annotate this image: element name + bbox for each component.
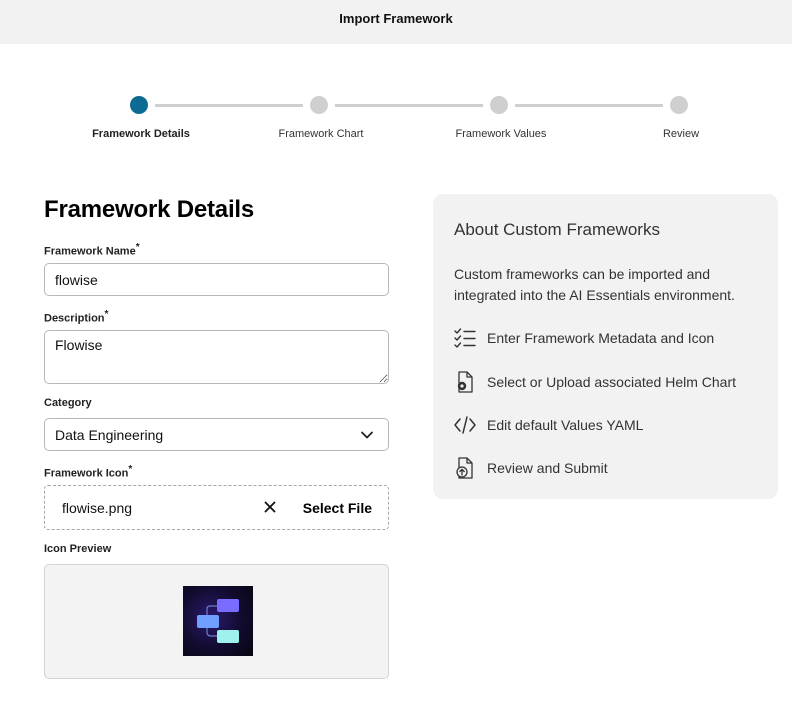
file-upload-icon xyxy=(456,457,473,479)
step-3-label[interactable]: Framework Values xyxy=(431,128,571,140)
about-item-values-yaml: Edit default Values YAML xyxy=(454,414,643,436)
step-3-indicator[interactable] xyxy=(490,96,508,114)
category-selected-value: Data Engineering xyxy=(55,426,164,443)
step-1-indicator[interactable] xyxy=(130,96,148,114)
about-item-label: Select or Upload associated Helm Chart xyxy=(487,374,737,390)
framework-icon-label-text: Framework Icon xyxy=(44,467,129,480)
about-item-label: Review and Submit xyxy=(487,460,608,476)
code-icon xyxy=(454,416,476,434)
form-heading: Framework Details xyxy=(44,196,255,223)
step-2-indicator[interactable] xyxy=(310,96,328,114)
step-2-label[interactable]: Framework Chart xyxy=(251,128,391,140)
about-title: About Custom Frameworks xyxy=(454,220,660,239)
description-label-text: Description xyxy=(44,312,105,325)
select-file-button[interactable]: Select File xyxy=(303,500,372,516)
flowise-logo-image xyxy=(183,586,253,656)
category-select[interactable]: Data Engineering xyxy=(44,418,389,451)
step-1-label[interactable]: Framework Details xyxy=(71,128,211,140)
about-item-review: Review and Submit xyxy=(454,457,608,479)
about-custom-frameworks-panel: About Custom Frameworks Custom framework… xyxy=(433,194,778,499)
step-connector xyxy=(155,104,303,107)
required-marker: * xyxy=(104,309,109,320)
framework-details-form: Framework Details Framework Name* Descri… xyxy=(44,196,389,679)
checklist-icon xyxy=(454,328,476,348)
icon-preview-label: Icon Preview xyxy=(44,543,112,555)
required-marker: * xyxy=(135,242,140,253)
chevron-down-icon xyxy=(361,431,373,439)
step-4-indicator[interactable] xyxy=(670,96,688,114)
file-settings-icon xyxy=(457,371,473,393)
flowise-logo-icon xyxy=(197,599,239,643)
icon-file-name: flowise.png xyxy=(62,500,133,516)
progress-stepper: Framework Details Framework Chart Framew… xyxy=(0,88,792,148)
page-title: Import Framework xyxy=(339,11,453,26)
step-4-label[interactable]: Review xyxy=(611,128,751,140)
required-marker: * xyxy=(128,464,133,475)
framework-name-label-text: Framework Name xyxy=(44,245,136,258)
description-textarea[interactable]: Flowise xyxy=(44,330,389,384)
title-bar: Import Framework xyxy=(0,0,792,44)
category-label: Category xyxy=(44,397,92,409)
framework-name-label: Framework Name* xyxy=(44,242,389,258)
icon-preview-panel xyxy=(44,564,389,679)
description-label: Description* xyxy=(44,309,389,325)
step-connector xyxy=(515,104,663,107)
about-item-label: Edit default Values YAML xyxy=(487,417,644,433)
about-item-helm-chart: Select or Upload associated Helm Chart xyxy=(454,371,736,393)
about-item-metadata: Enter Framework Metadata and Icon xyxy=(454,327,714,349)
about-description: Custom frameworks can be imported and in… xyxy=(454,266,735,303)
close-icon[interactable] xyxy=(263,500,277,514)
framework-name-input[interactable] xyxy=(44,263,389,296)
framework-icon-label: Framework Icon* xyxy=(44,464,389,480)
step-connector xyxy=(335,104,483,107)
about-item-label: Enter Framework Metadata and Icon xyxy=(487,330,715,346)
icon-file-picker[interactable]: flowise.png Select File xyxy=(44,485,389,530)
